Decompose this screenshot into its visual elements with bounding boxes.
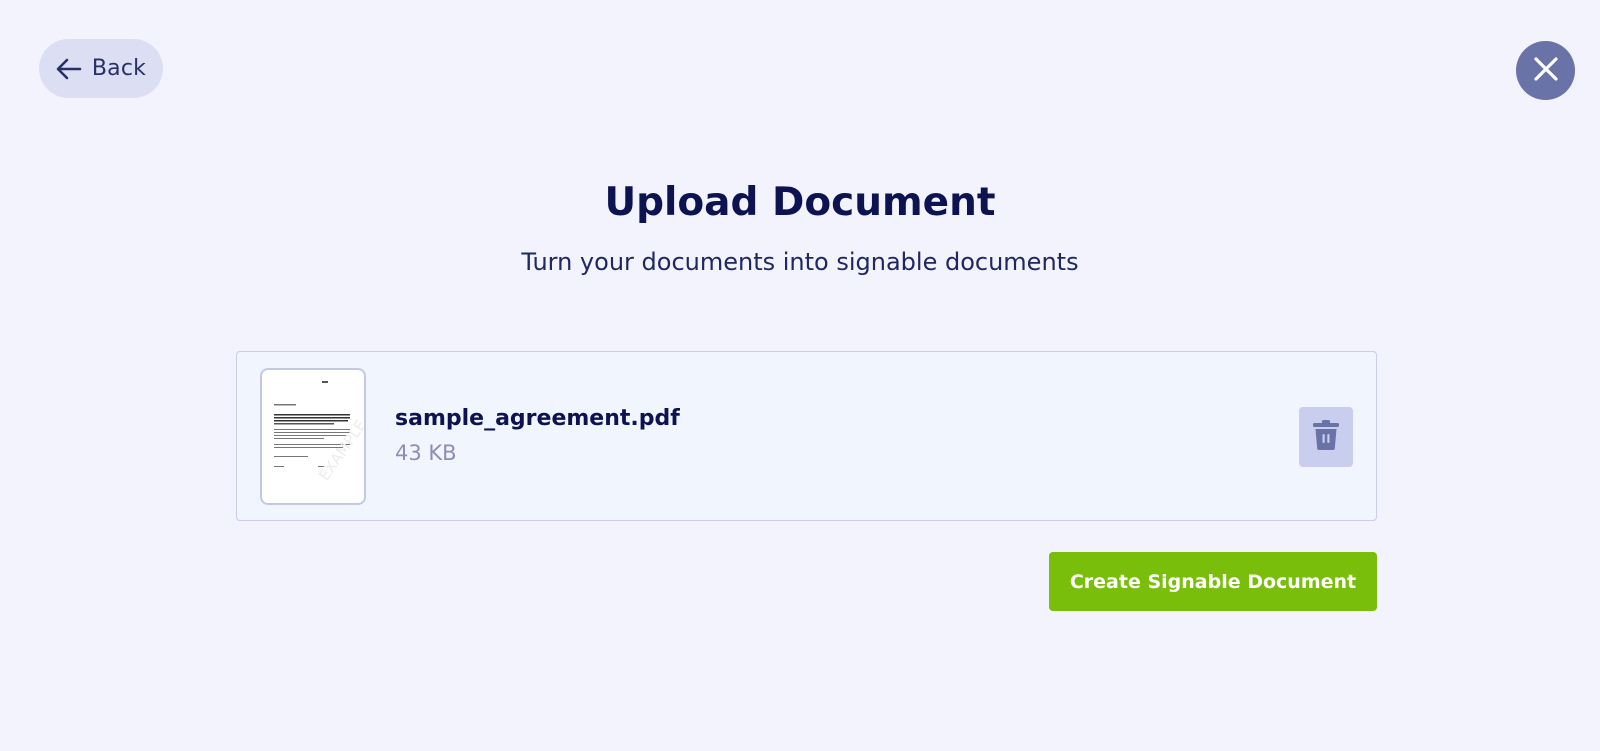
trash-icon: [1313, 419, 1339, 455]
document-thumbnail: EXAMPLE: [260, 368, 366, 505]
create-signable-document-button[interactable]: Create Signable Document: [1049, 552, 1377, 611]
close-button[interactable]: [1516, 41, 1575, 100]
file-size: 43 KB: [395, 441, 457, 465]
close-icon: [1533, 56, 1559, 86]
page-title: Upload Document: [604, 180, 996, 225]
file-name: sample_agreement.pdf: [395, 406, 680, 431]
arrow-left-icon: [56, 58, 82, 80]
back-button[interactable]: Back: [39, 39, 163, 98]
delete-file-button[interactable]: [1299, 407, 1353, 467]
page-subtitle: Turn your documents into signable docume…: [521, 248, 1079, 276]
uploaded-file-card: EXAMPLE sample_agreement.pdf 43 KB: [236, 351, 1377, 521]
back-label: Back: [91, 56, 147, 81]
svg-text:EXAMPLE: EXAMPLE: [315, 417, 364, 485]
